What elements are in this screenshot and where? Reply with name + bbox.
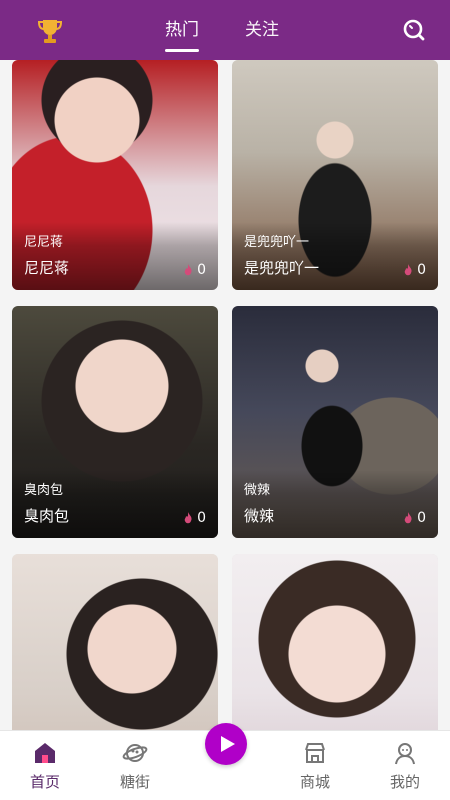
feed-card[interactable]: 微辣 微辣 0 <box>232 306 438 538</box>
header-tabs: 热门 关注 <box>165 0 279 60</box>
home-icon <box>35 743 55 763</box>
like-count: 0 <box>183 262 206 278</box>
card-photo <box>12 554 218 730</box>
bottom-navigation: 首页 糖街 商城 我的 <box>0 723 450 800</box>
like-count-value: 0 <box>197 262 206 278</box>
feed-card[interactable]: 是兜兜吖一 是兜兜吖一 0 <box>232 60 438 290</box>
planet-icon <box>122 744 148 762</box>
flame-icon <box>184 264 192 276</box>
like-count-value: 0 <box>417 510 426 526</box>
card-title: 微辣 <box>244 483 271 498</box>
nav-item-sugar-street[interactable]: 糖街 <box>90 731 180 800</box>
feed-grid: 尼尼蒋 尼尼蒋 0 是兜兜吖一 是兜兜吖一 0 臭肉包 臭肉包 0 微辣 微辣 … <box>0 60 450 730</box>
feed-card[interactable] <box>12 554 218 730</box>
card-title: 臭肉包 <box>24 483 64 498</box>
card-title: 尼尼蒋 <box>24 235 64 250</box>
tab-following[interactable]: 关注 <box>245 0 279 60</box>
shop-icon <box>305 743 325 763</box>
feed-card[interactable]: 尼尼蒋 尼尼蒋 0 <box>12 60 218 290</box>
card-author: 是兜兜吖一 <box>244 259 320 277</box>
card-photo <box>232 554 438 730</box>
like-count-value: 0 <box>417 262 426 278</box>
play-button[interactable] <box>205 723 247 765</box>
nav-label-mall: 商城 <box>299 773 330 791</box>
like-count: 0 <box>403 510 426 526</box>
top-bar: 热门 关注 <box>0 0 450 60</box>
nav-item-home[interactable]: 首页 <box>0 731 90 800</box>
card-author: 尼尼蒋 <box>24 259 70 277</box>
tab-hot[interactable]: 热门 <box>165 0 199 60</box>
profile-icon <box>395 743 415 765</box>
nav-item-play[interactable] <box>180 723 270 800</box>
like-count: 0 <box>183 510 206 526</box>
nav-label-sugar-street: 糖街 <box>119 773 150 791</box>
nav-label-home: 首页 <box>29 773 60 791</box>
flame-icon <box>404 264 412 276</box>
like-count: 0 <box>403 262 426 278</box>
flame-icon <box>184 512 192 524</box>
play-icon <box>221 736 235 752</box>
feed-card[interactable] <box>232 554 438 730</box>
nav-item-mall[interactable]: 商城 <box>270 731 360 800</box>
flame-icon <box>404 512 412 524</box>
search-icon[interactable] <box>402 18 426 42</box>
card-author: 微辣 <box>244 507 275 525</box>
nav-item-profile[interactable]: 我的 <box>360 731 450 800</box>
card-author: 臭肉包 <box>24 507 70 525</box>
trophy-icon[interactable] <box>36 18 64 44</box>
nav-label-profile: 我的 <box>389 773 420 791</box>
card-title: 是兜兜吖一 <box>244 235 310 250</box>
like-count-value: 0 <box>197 510 206 526</box>
feed-card[interactable]: 臭肉包 臭肉包 0 <box>12 306 218 538</box>
app-root: 热门 关注 尼尼蒋 尼尼蒋 0 是兜兜吖一 是兜兜吖一 0 臭肉包 臭肉包 0 … <box>0 0 450 800</box>
